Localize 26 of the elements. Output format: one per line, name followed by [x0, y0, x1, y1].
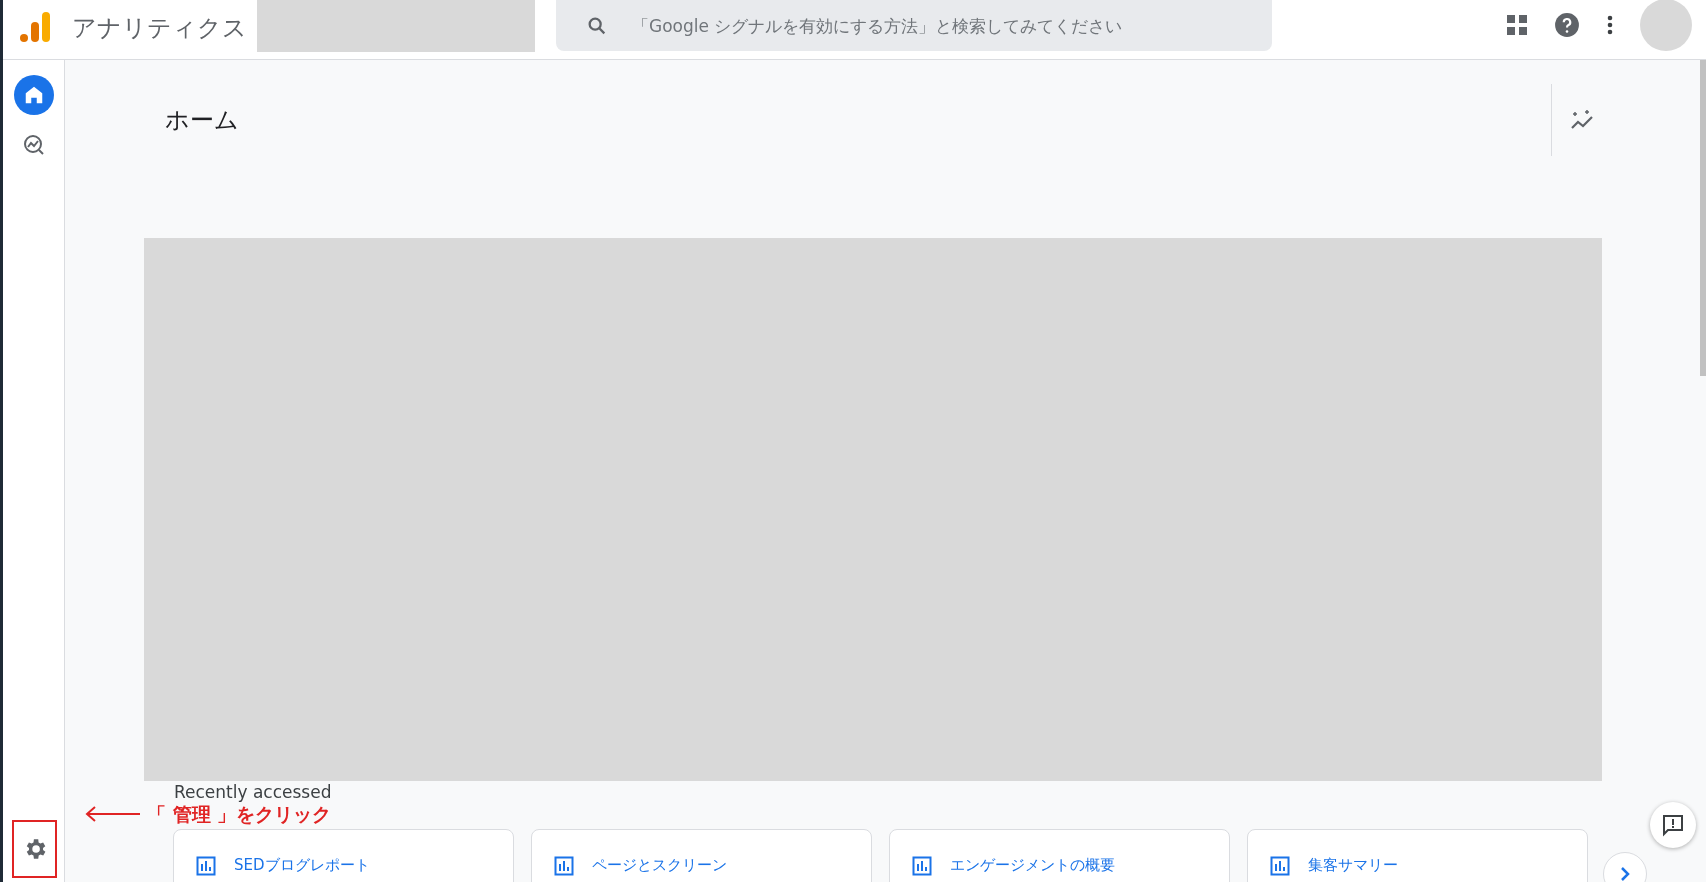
feedback-button[interactable] — [1650, 802, 1696, 848]
trend-magnifier-icon — [21, 133, 46, 157]
settings-button[interactable] — [12, 820, 57, 878]
report-card[interactable]: ページとスクリーン — [531, 829, 872, 882]
bar-chart-icon — [196, 856, 216, 876]
app-title: アナリティクス — [72, 13, 247, 44]
report-link[interactable]: 集客サマリー — [1308, 856, 1398, 875]
search-field[interactable]: 「Google シグナルを有効にする方法」と検索してみてください — [556, 0, 1272, 51]
report-card[interactable]: エンゲージメントの概要 — [889, 829, 1230, 882]
report-link[interactable]: ページとスクリーン — [592, 856, 727, 875]
report-card[interactable]: 集客サマリー — [1247, 829, 1588, 882]
report-card[interactable]: SEDブログレポート — [173, 829, 514, 882]
search-input[interactable]: 「Google シグナルを有効にする方法」と検索してみてください — [630, 14, 1254, 37]
analytics-logo-icon — [18, 10, 52, 44]
chevron-right-icon — [1618, 865, 1632, 882]
section-heading: Recently accessed — [174, 781, 333, 803]
bar-chart-icon — [1270, 856, 1290, 876]
bar-chart-icon — [912, 856, 932, 876]
report-link[interactable]: SEDブログレポート — [234, 856, 370, 875]
home-nav-button[interactable] — [13, 75, 54, 115]
arrow-icon — [85, 806, 141, 822]
annotation-text: 「 管理 」をクリック — [147, 803, 332, 825]
bar-chart-icon — [554, 856, 574, 876]
feedback-icon — [1661, 813, 1685, 837]
report-link[interactable]: エンゲージメントの概要 — [950, 856, 1115, 875]
page-title: ホーム — [165, 105, 239, 136]
